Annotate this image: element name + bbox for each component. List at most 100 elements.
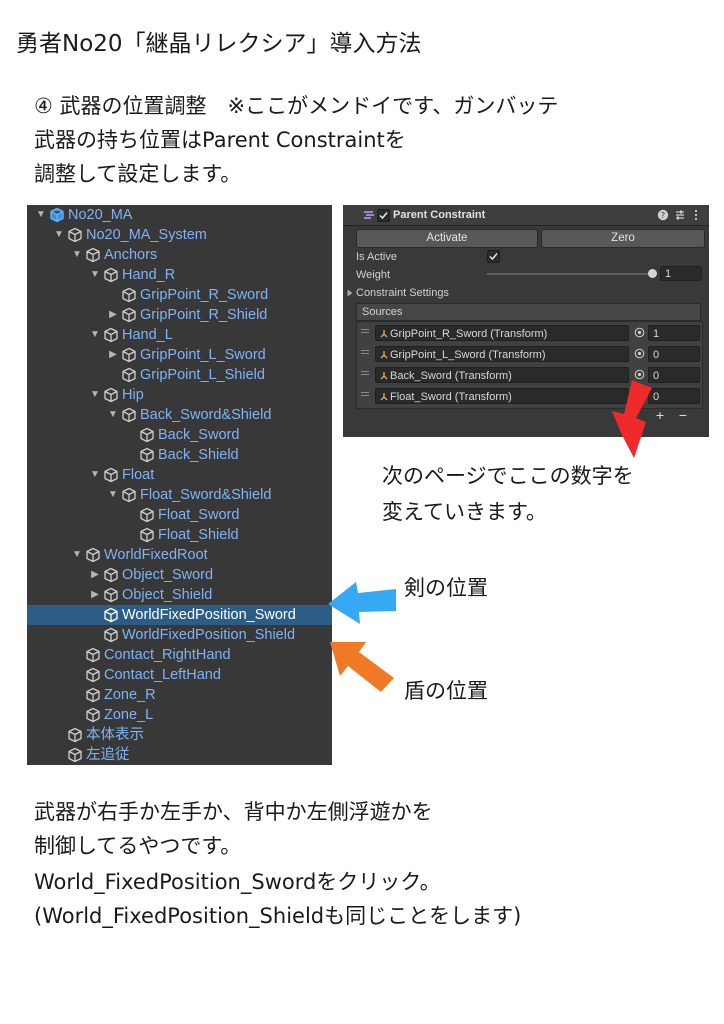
gameobject-cube-icon <box>104 387 118 403</box>
expand-down-icon[interactable]: ▼ <box>89 265 101 285</box>
hierarchy-item[interactable]: Zone_L <box>27 705 332 725</box>
expand-down-icon[interactable]: ▼ <box>71 545 83 565</box>
hierarchy-item[interactable]: ▼ Back_Sword&Shield <box>27 405 332 425</box>
gameobject-cube-icon <box>104 567 118 583</box>
hierarchy-item[interactable]: ▶ GripPoint_L_Sword <box>27 345 332 365</box>
object-picker-icon[interactable] <box>634 348 645 359</box>
object-picker-icon[interactable] <box>634 369 645 380</box>
hierarchy-item[interactable]: ▶ Object_Sword <box>27 565 332 585</box>
hierarchy-item-label: GripPoint_L_Shield <box>140 367 265 383</box>
is-active-checkbox[interactable] <box>487 250 500 263</box>
component-enabled-checkbox[interactable] <box>377 209 390 222</box>
drag-handle-icon[interactable] <box>361 329 369 330</box>
hierarchy-item[interactable]: Float_Shield <box>27 525 332 545</box>
svg-text:?: ? <box>661 211 665 220</box>
expand-right-icon[interactable]: ▶ <box>89 585 101 605</box>
hierarchy-item-label: Float <box>122 467 155 483</box>
hierarchy-item[interactable]: ▼ No20_MA_System <box>27 225 332 245</box>
expand-down-icon[interactable]: ▼ <box>89 325 101 345</box>
hierarchy-item[interactable]: Float_Sword <box>27 505 332 525</box>
expand-down-icon[interactable]: ▼ <box>53 225 65 245</box>
hierarchy-item[interactable]: Back_Shield <box>27 445 332 465</box>
source-row[interactable]: GripPoint_L_Sword (Transform) 0 <box>357 344 702 364</box>
help-icon[interactable]: ? <box>657 209 669 221</box>
source-weight-field[interactable]: 1 <box>648 325 700 341</box>
expand-right-icon[interactable]: ▶ <box>107 305 119 325</box>
drag-handle-icon[interactable] <box>361 350 369 351</box>
intro-line-1: ④ 武器の位置調整 ※ここがメンドイです、ガンバッテ <box>34 94 559 118</box>
constraint-settings-label[interactable]: Constraint Settings <box>356 287 449 299</box>
source-object-field[interactable]: Back_Sword (Transform) <box>375 367 629 383</box>
component-header[interactable]: Parent Constraint ? <box>343 205 709 226</box>
hierarchy-item[interactable]: Contact_LeftHand <box>27 665 332 685</box>
prefab-icon <box>50 207 64 223</box>
hierarchy-item[interactable]: GripPoint_R_Sword <box>27 285 332 305</box>
source-weight-field[interactable]: 0 <box>648 346 700 362</box>
source-row[interactable]: GripPoint_R_Sword (Transform) 1 <box>357 323 702 343</box>
hierarchy-item-label: Hand_L <box>122 327 173 343</box>
hierarchy-item-label: GripPoint_R_Shield <box>140 307 268 323</box>
expand-down-icon[interactable]: ▼ <box>107 485 119 505</box>
expand-right-icon[interactable]: ▶ <box>107 345 119 365</box>
hierarchy-item[interactable]: ▼ Float_Sword&Shield <box>27 485 332 505</box>
hierarchy-item[interactable]: GripPoint_L_Shield <box>27 365 332 385</box>
gameobject-cube-icon <box>122 407 136 423</box>
hierarchy-item[interactable]: ▼ No20_MA <box>27 205 332 225</box>
remove-source-button[interactable]: − <box>675 407 691 423</box>
hierarchy-item[interactable]: ▼ Hand_R <box>27 265 332 285</box>
gameobject-cube-icon <box>86 547 100 563</box>
hierarchy-item-label: Hand_R <box>122 267 176 283</box>
hierarchy-item[interactable]: Back_Sword <box>27 425 332 445</box>
bottom-line-2: 制御してるやつです。 <box>34 834 242 858</box>
hierarchy-item[interactable]: ▼ Anchors <box>27 245 332 265</box>
hierarchy-item-label: Anchors <box>104 247 158 263</box>
blue-arrow-icon <box>328 582 396 624</box>
hierarchy-item[interactable]: 本体表示 <box>27 725 332 745</box>
hierarchy-item[interactable]: WorldFixedPosition_Sword <box>27 605 332 625</box>
weight-field[interactable]: 1 <box>660 266 702 281</box>
gameobject-cube-icon <box>104 587 118 603</box>
gameobject-cube-icon <box>104 627 118 643</box>
transform-icon <box>380 330 388 338</box>
drag-handle-icon[interactable] <box>361 392 369 393</box>
expand-down-icon[interactable]: ▼ <box>35 205 47 225</box>
zero-button[interactable]: Zero <box>541 229 705 248</box>
weight-slider-handle[interactable] <box>648 269 657 278</box>
expand-right-icon[interactable]: ▶ <box>89 565 101 585</box>
hierarchy-item-label: Float_Shield <box>158 527 239 543</box>
hierarchy-item[interactable]: ▶ GripPoint_R_Shield <box>27 305 332 325</box>
expand-down-icon[interactable]: ▼ <box>107 405 119 425</box>
presets-icon[interactable] <box>674 209 686 221</box>
gameobject-cube-icon <box>68 747 82 763</box>
object-picker-icon[interactable] <box>634 327 645 338</box>
expand-down-icon[interactable]: ▼ <box>89 465 101 485</box>
drag-handle-icon[interactable] <box>361 371 369 372</box>
bottom-line-4: (World_FixedPosition_Shieldも同じことをします) <box>34 904 522 928</box>
more-options-icon[interactable] <box>693 209 699 221</box>
hierarchy-item[interactable]: ▼ WorldFixedRoot <box>27 545 332 565</box>
hierarchy-item[interactable]: ▼ Hip <box>27 385 332 405</box>
bottom-line-3: World_FixedPosition_Swordをクリック。 <box>34 870 441 894</box>
hierarchy-item[interactable]: Contact_RightHand <box>27 645 332 665</box>
hierarchy-item[interactable]: WorldFixedPosition_Shield <box>27 625 332 645</box>
hierarchy-item-label: GripPoint_R_Sword <box>140 287 269 303</box>
expand-down-icon[interactable]: ▼ <box>89 385 101 405</box>
gameobject-cube-icon <box>86 687 100 703</box>
source-object-field[interactable]: Float_Sword (Transform) <box>375 388 629 404</box>
expand-arrow-icon[interactable] <box>346 289 354 297</box>
hierarchy-item[interactable]: 左追従 <box>27 745 332 765</box>
expand-down-icon[interactable]: ▼ <box>71 245 83 265</box>
gameobject-cube-icon <box>86 707 100 723</box>
source-object-field[interactable]: GripPoint_L_Sword (Transform) <box>375 346 629 362</box>
hierarchy-item-label: Hip <box>122 387 144 403</box>
hierarchy-item[interactable]: Zone_R <box>27 685 332 705</box>
gameobject-cube-icon <box>122 347 136 363</box>
hierarchy-item[interactable]: ▼ Float <box>27 465 332 485</box>
source-object-field[interactable]: GripPoint_R_Sword (Transform) <box>375 325 629 341</box>
hierarchy-item[interactable]: ▶ Object_Shield <box>27 585 332 605</box>
activate-button[interactable]: Activate <box>356 229 538 248</box>
hierarchy-item[interactable]: ▼ Hand_L <box>27 325 332 345</box>
intro-line-3: 調整して設定します。 <box>34 162 242 186</box>
gameobject-cube-icon <box>68 727 82 743</box>
weight-slider-track[interactable] <box>487 273 653 275</box>
